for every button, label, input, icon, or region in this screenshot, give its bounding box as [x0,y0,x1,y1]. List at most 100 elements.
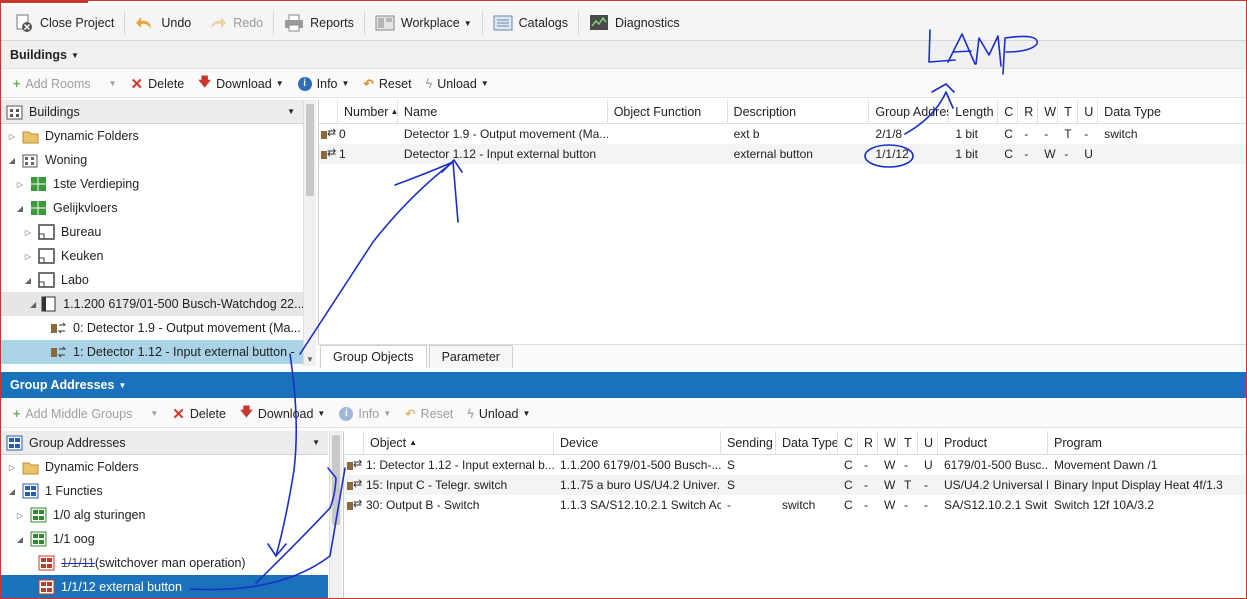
expand-arrow-icon: ▷ [8,462,16,472]
tree-item-gelijkvloers[interactable]: ◢ Gelijkvloers [0,196,303,220]
scrollbar-thumb[interactable] [306,104,314,196]
column-header-group-address[interactable]: Group Address [869,100,950,124]
ga-reset-button[interactable]: ↶ Reset [398,406,460,422]
ga-delete-button[interactable]: ✕ Delete [165,405,233,423]
tree-item-dynamic-folders[interactable]: ▷ Dynamic Folders [0,124,303,148]
group-addresses-tree-scrollbar[interactable] [329,431,342,599]
tree-item-labo[interactable]: ◢ Labo [0,268,303,292]
column-header-length[interactable]: Length [949,100,999,124]
column-header-r[interactable]: R [858,431,878,455]
cell-object: 1: Detector 1.12 - Input external b... [366,458,554,472]
ga-info-button[interactable]: i Info ▼ [332,406,398,421]
scrollbar-thumb[interactable] [332,435,340,525]
tree-item-1-1[interactable]: ◢ 1/1 oog [0,527,328,551]
column-header-u[interactable]: U [918,431,938,455]
tree-item-1-1-12[interactable]: 1/1/12 external button [0,575,328,599]
tree-item-device[interactable]: ◢ 1.1.200 6179/01-500 Busch-Watchdog 22..… [0,292,303,316]
column-header-object[interactable]: Object ▲ [364,431,554,455]
column-header-t[interactable]: T [1058,100,1079,124]
download-label: Download [257,406,314,421]
add-rooms-dropdown[interactable]: ▼ [98,79,124,88]
tree-item-dynamic-folders[interactable]: ▷ Dynamic Folders [0,455,328,479]
download-button[interactable]: 🡇 Download ▼ [191,73,290,94]
cell-t: T [1064,127,1072,141]
collapse-arrow-icon: ◢ [16,534,24,544]
delete-label: Delete [148,76,185,91]
tree-item-keuken[interactable]: ▷ Keuken [0,244,303,268]
column-label: Program [1054,435,1102,450]
add-middle-groups-dropdown[interactable]: ▼ [139,409,165,418]
column-header-name[interactable]: Name [398,100,608,124]
cell-r: - [1024,127,1029,141]
tree-item-label: Dynamic Folders [45,460,139,474]
tab-group-objects[interactable]: Group Objects [320,345,427,368]
add-rooms-label: Add Rooms [25,76,91,91]
close-project-button[interactable]: Close Project [6,9,122,37]
undo-button[interactable]: Undo [127,9,199,37]
cell-number: 0 [338,127,346,141]
group-addresses-panel-title[interactable]: Group Addresses ▼ [0,372,1247,398]
buildings-tree-header[interactable]: Buildings ▼ [0,100,303,124]
column-header-description[interactable]: Description [728,100,870,124]
cell-c: C [844,458,853,472]
tree-item-1-functies[interactable]: ◢ 1 Functies [0,479,328,503]
ga-download-button[interactable]: 🡇 Download ▼ [233,403,332,424]
table-row[interactable]: ⇄ 30: Output B - Switch 1.1.3 SA/S12.10.… [344,495,1247,515]
column-header-c[interactable]: C [998,100,1019,124]
building-icon [6,104,23,120]
buildings-tree-scrollbar[interactable]: ▼ [303,100,316,366]
column-header-product[interactable]: Product [938,431,1048,455]
unload-button[interactable]: ϟ Unload ▼ [419,77,496,91]
scroll-down-icon[interactable]: ▼ [306,355,314,364]
table-row[interactable]: ⇄ 1 Detector 1.12 - Input external butto… [319,144,1247,164]
column-header-w[interactable]: W [878,431,898,455]
table-row[interactable]: ⇄ 0 Detector 1.9 - Output movement (Ma..… [319,124,1247,144]
cell-sending: - [727,498,731,512]
column-header-u[interactable]: U [1078,100,1099,124]
column-header-t[interactable]: T [898,431,918,455]
add-middle-groups-button[interactable]: + Add Middle Groups [6,407,139,421]
table-row[interactable]: ⇄ 15: Input C - Telegr. switch 1.1.75 a … [344,475,1247,495]
add-rooms-button[interactable]: + Add Rooms [6,77,98,91]
reports-button[interactable]: Reports [276,9,362,37]
tree-item-object-0[interactable]: 0: Detector 1.9 - Output movement (Ma... [0,316,303,340]
reset-button[interactable]: ↶ Reset [356,76,418,92]
column-label: Length [955,104,994,119]
group-addresses-tree-header[interactable]: Group Addresses ▼ [0,431,328,455]
table-row[interactable]: ⇄ 1: Detector 1.12 - Input external b...… [344,455,1247,475]
column-header-device[interactable]: Device [554,431,721,455]
column-header-r[interactable]: R [1018,100,1039,124]
tree-item-bureau[interactable]: ▷ Bureau [0,220,303,244]
cell-object: 15: Input C - Telegr. switch [366,478,508,492]
delete-button[interactable]: ✕ Delete [124,75,192,93]
column-header-program[interactable]: Program [1048,431,1246,455]
chevron-down-icon: ▼ [522,409,531,418]
column-label: Data Type [1104,104,1161,119]
tree-item-1ste-verdieping[interactable]: ▷ 1ste Verdieping [0,172,303,196]
tree-item-woning[interactable]: ◢ Woning [0,148,303,172]
catalogs-button[interactable]: Catalogs [485,9,576,37]
column-label: Sending [727,435,773,450]
tree-item-object-1[interactable]: 1: Detector 1.12 - Input external button… [0,340,303,364]
info-button[interactable]: i Info ▼ [291,76,357,91]
buildings-panel-title[interactable]: Buildings ▼ [0,41,1247,69]
column-header-number[interactable]: Number ▲ [338,100,398,124]
column-header-data-type[interactable]: Data Type [776,431,838,455]
tree-item-1-1-11[interactable]: 1/1/11 (switchover man operation) [0,551,328,575]
tree-item-1-0[interactable]: ▷ 1/0 alg sturingen [0,503,328,527]
column-header-object-function[interactable]: Object Function [608,100,728,124]
ga-unload-button[interactable]: ϟ Unload ▼ [460,407,537,421]
column-header-w[interactable]: W [1038,100,1059,124]
diagnostics-button[interactable]: Diagnostics [581,9,688,37]
tab-parameter[interactable]: Parameter [428,345,513,368]
column-header-c[interactable]: C [838,431,858,455]
redo-button[interactable]: Redo [199,9,271,37]
column-header-data-type[interactable]: Data Type [1098,100,1247,124]
column-header-sending[interactable]: Sending [721,431,776,455]
associations-grid: Object ▲ Device Sending Data Type C R W T… [343,431,1247,599]
workplace-button[interactable]: Workplace ▼ [367,9,480,37]
reset-label: Reset [378,76,412,91]
group-object-icon: ⇄ [344,498,364,512]
toolbar-divider [273,11,275,35]
tree-item-label: Bureau [61,225,102,239]
